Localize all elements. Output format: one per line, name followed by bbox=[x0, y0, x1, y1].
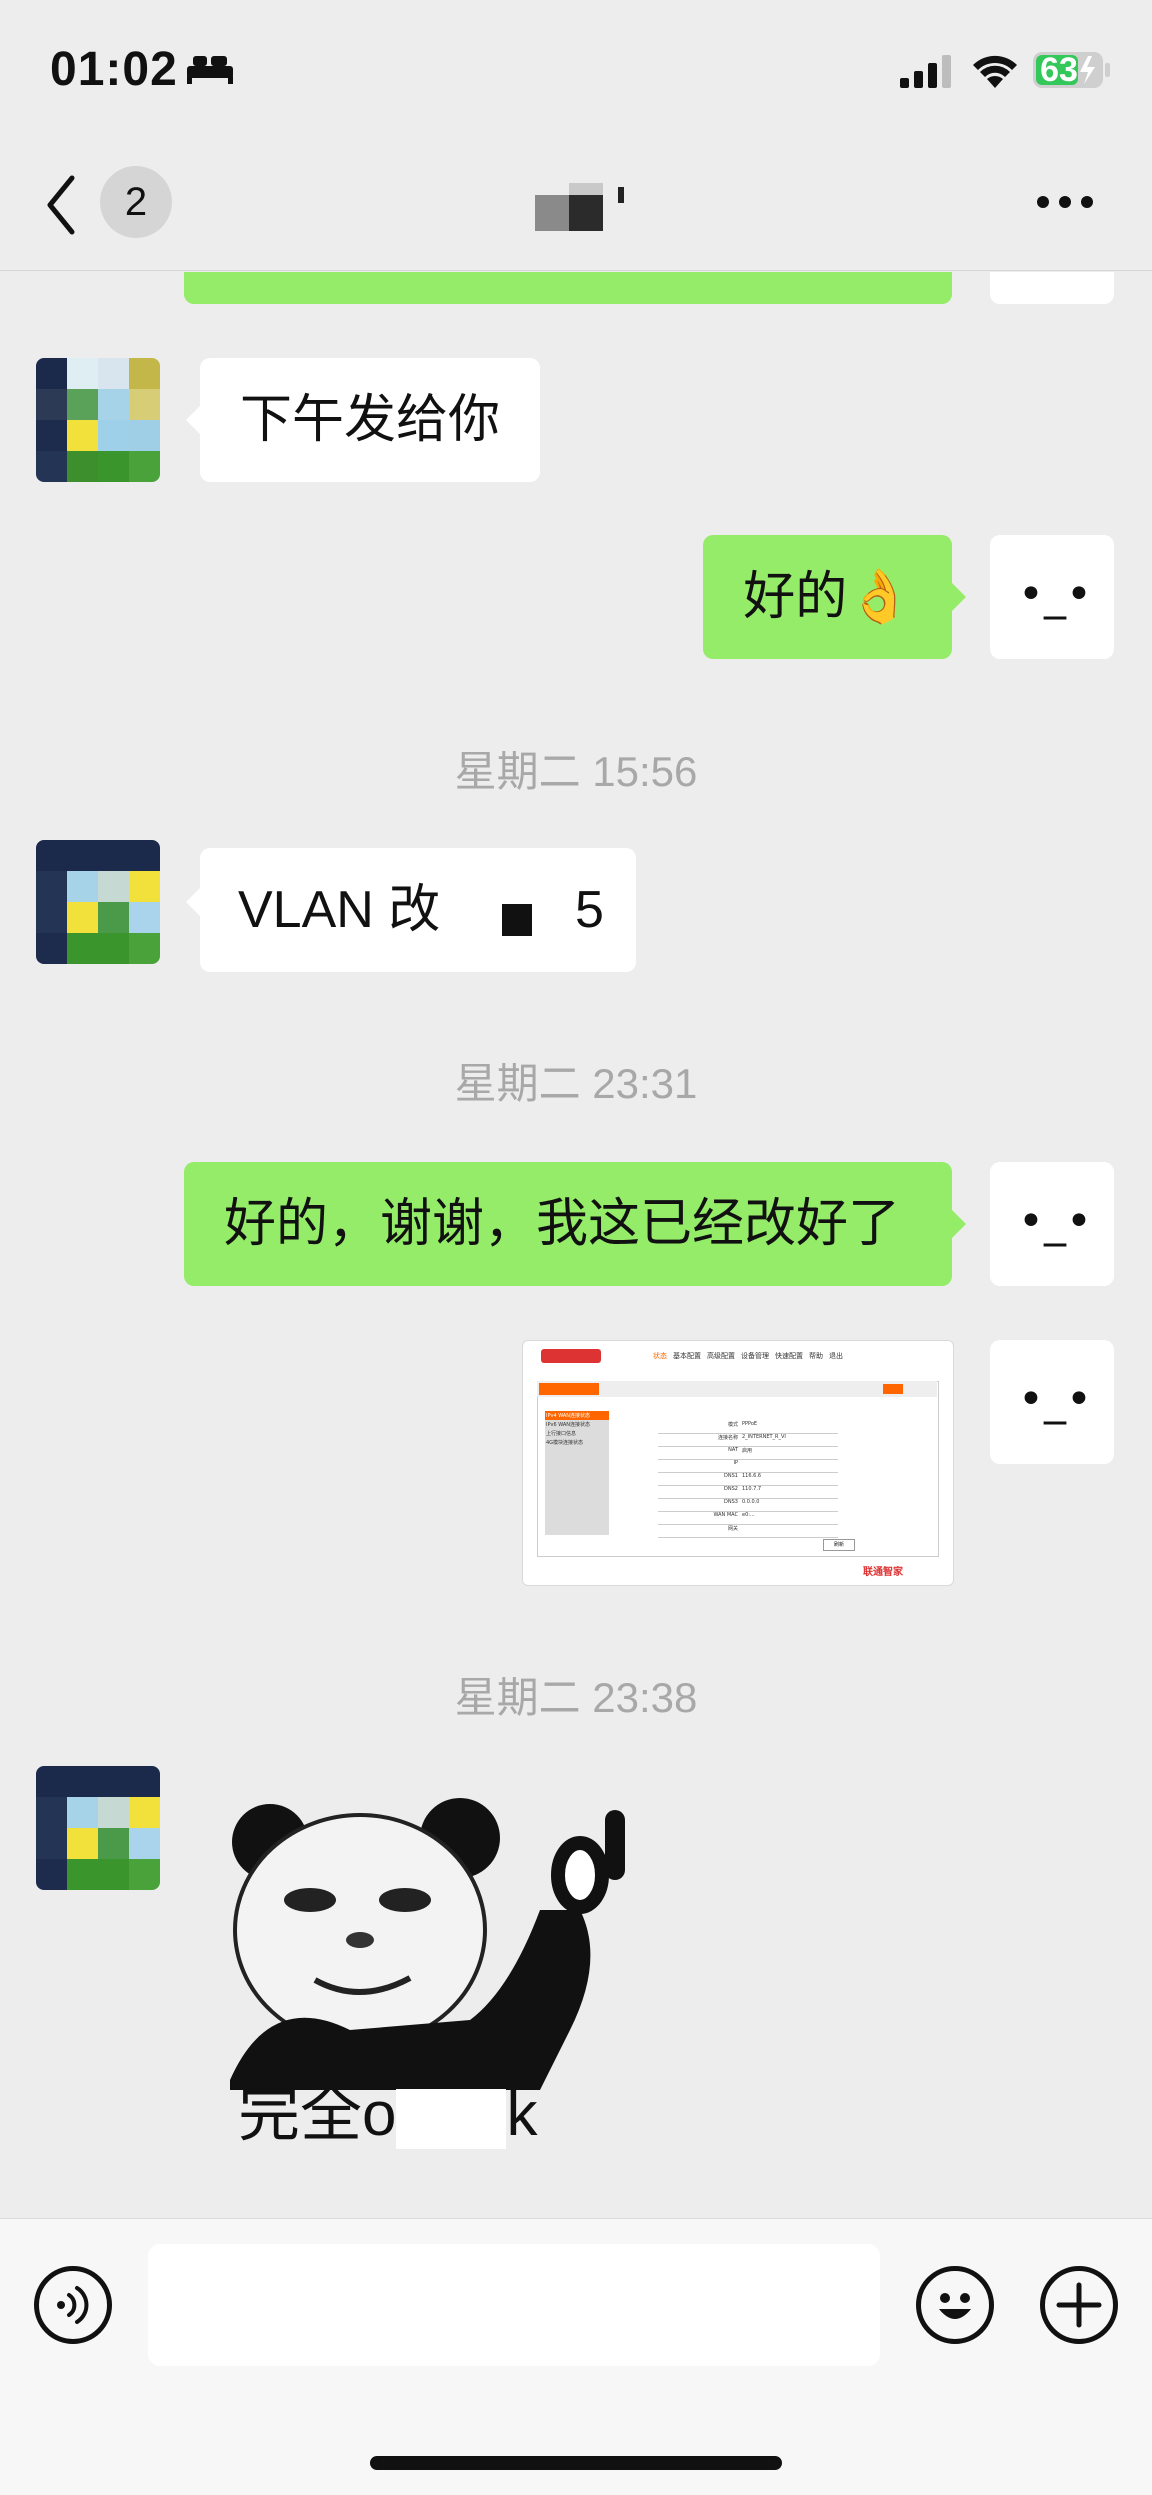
image-message[interactable]: 状态 基本配置 高级配置 设备管理 快速配置 帮助 退出 IPv4 WAN连接状态 IPv6… bbox=[522, 1340, 954, 1586]
router-tabs: 状态 基本配置 高级配置 设备管理 快速配置 帮助 退出 bbox=[653, 1352, 843, 1360]
self-avatar[interactable]: •_• bbox=[990, 535, 1114, 659]
wifi-icon bbox=[970, 50, 1020, 90]
signal-icon bbox=[900, 54, 956, 90]
bed-icon bbox=[185, 52, 235, 84]
chat-title bbox=[530, 175, 650, 235]
message-bubble-out[interactable]: 好的👌 bbox=[703, 535, 952, 659]
back-button[interactable] bbox=[42, 170, 82, 240]
message-input[interactable] bbox=[148, 2244, 880, 2366]
message-text: VLAN 改 bbox=[238, 881, 441, 939]
more-icon bbox=[1037, 196, 1093, 208]
redaction-block bbox=[502, 904, 532, 936]
bubble-tail bbox=[186, 888, 200, 916]
bubble-tail bbox=[952, 583, 966, 611]
timestamp: 星期二 15:56 bbox=[454, 748, 698, 795]
sticker-caption: 完全o k bbox=[238, 2080, 538, 2149]
router-sidebar: IPv4 WAN连接状态 IPv6 WAN连接状态 上行接口信息 4G模块连接状… bbox=[545, 1411, 609, 1535]
plus-icon bbox=[1056, 2282, 1102, 2328]
contact-avatar[interactable] bbox=[36, 840, 160, 964]
redaction-block bbox=[396, 2088, 507, 2149]
self-avatar-face: •_• bbox=[1018, 1374, 1092, 1425]
router-table: 模式 PPPoE 连接名称 2_INTERNET_R_VI NAT 启用 IP DNS… bbox=[658, 1421, 838, 1538]
self-avatar-face: •_• bbox=[1018, 569, 1092, 620]
voice-button[interactable] bbox=[34, 2266, 112, 2344]
router-refresh-tag bbox=[883, 1384, 903, 1394]
status-time: 01:02 bbox=[50, 43, 178, 96]
plus-button[interactable] bbox=[1040, 2266, 1118, 2344]
panda-sticker-icon bbox=[230, 1798, 625, 2090]
timestamp: 星期二 23:38 bbox=[454, 1674, 698, 1721]
contact-avatar[interactable] bbox=[36, 358, 160, 482]
self-avatar[interactable]: •_• bbox=[990, 1340, 1114, 1464]
unread-count-badge[interactable]: 2 bbox=[100, 166, 172, 238]
router-button: 刷新 bbox=[823, 1539, 855, 1551]
emoji-button[interactable] bbox=[916, 2266, 994, 2344]
more-button[interactable] bbox=[1035, 190, 1095, 214]
sticker-message[interactable]: 完全o k bbox=[210, 1790, 630, 2160]
message-text: 5 bbox=[575, 881, 604, 939]
bubble-tail bbox=[952, 1210, 966, 1238]
chevron-left-icon bbox=[47, 175, 75, 235]
self-avatar[interactable]: •_• bbox=[990, 1162, 1114, 1286]
contact-avatar[interactable] bbox=[36, 1766, 160, 1890]
bubble-tail bbox=[186, 406, 200, 434]
message-bubble-in[interactable]: 下午发给你 bbox=[200, 358, 541, 482]
home-indicator bbox=[370, 2456, 782, 2470]
message-bubble-in[interactable]: VLAN 改 5 bbox=[200, 848, 636, 972]
battery-level: 63 bbox=[1040, 51, 1078, 89]
self-avatar-face: •_• bbox=[1018, 1196, 1092, 1247]
voice-icon bbox=[57, 2286, 89, 2324]
emoji-icon bbox=[939, 2293, 971, 2319]
router-brand: 联通智家 bbox=[863, 1567, 903, 1578]
message-bubble-out[interactable]: 好的，谢谢，我这已经改好了 bbox=[184, 1162, 952, 1286]
router-logo bbox=[541, 1349, 601, 1363]
message-bubble-out-partial[interactable] bbox=[184, 272, 952, 304]
timestamp: 星期二 23:31 bbox=[454, 1060, 698, 1107]
self-avatar[interactable] bbox=[990, 272, 1114, 304]
